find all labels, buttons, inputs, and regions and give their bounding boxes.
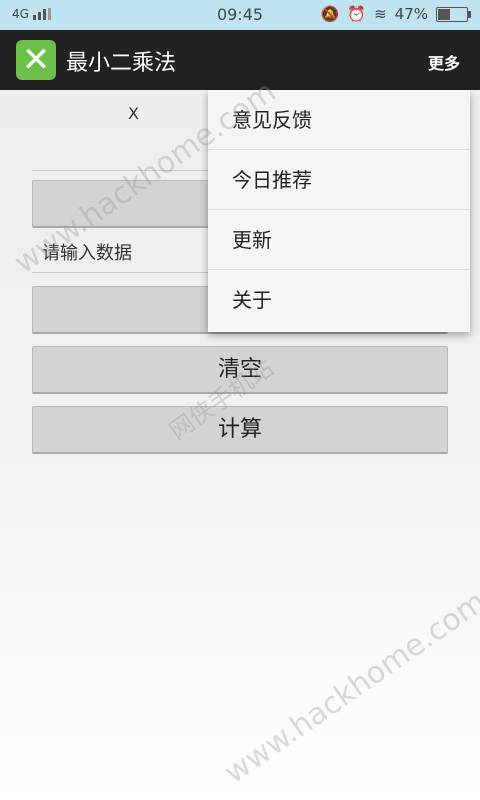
clear-button[interactable]: 清空 [32, 346, 448, 394]
menu-item-recommend[interactable]: 今日推荐 [208, 150, 470, 210]
wifi-icon: ≋ [374, 5, 387, 23]
status-right: 🔕 ⏰ ≋ 47% [320, 5, 471, 23]
menu-item-about[interactable]: 关于 [208, 270, 470, 330]
overflow-menu: 意见反馈 今日推荐 更新 关于 [208, 90, 470, 332]
x-logo-icon: ✕ [16, 40, 56, 80]
x-label: X [128, 104, 139, 123]
battery-icon [436, 6, 471, 22]
more-button[interactable]: 更多 [428, 50, 460, 74]
calculate-button[interactable]: 计算 [32, 406, 448, 454]
alarm-icon: ⏰ [347, 5, 367, 23]
menu-item-feedback[interactable]: 意见反馈 [208, 90, 470, 150]
app-title: 最小二乘法 [66, 51, 177, 76]
status-bar: 4G 09:45 🔕 ⏰ ≋ 47% [0, 0, 480, 30]
mute-icon: 🔕 [320, 5, 340, 23]
menu-item-update[interactable]: 更新 [208, 210, 470, 270]
app-bar: ✕ 最小二乘法 更多 [0, 30, 480, 90]
battery-percent: 47% [394, 5, 428, 23]
